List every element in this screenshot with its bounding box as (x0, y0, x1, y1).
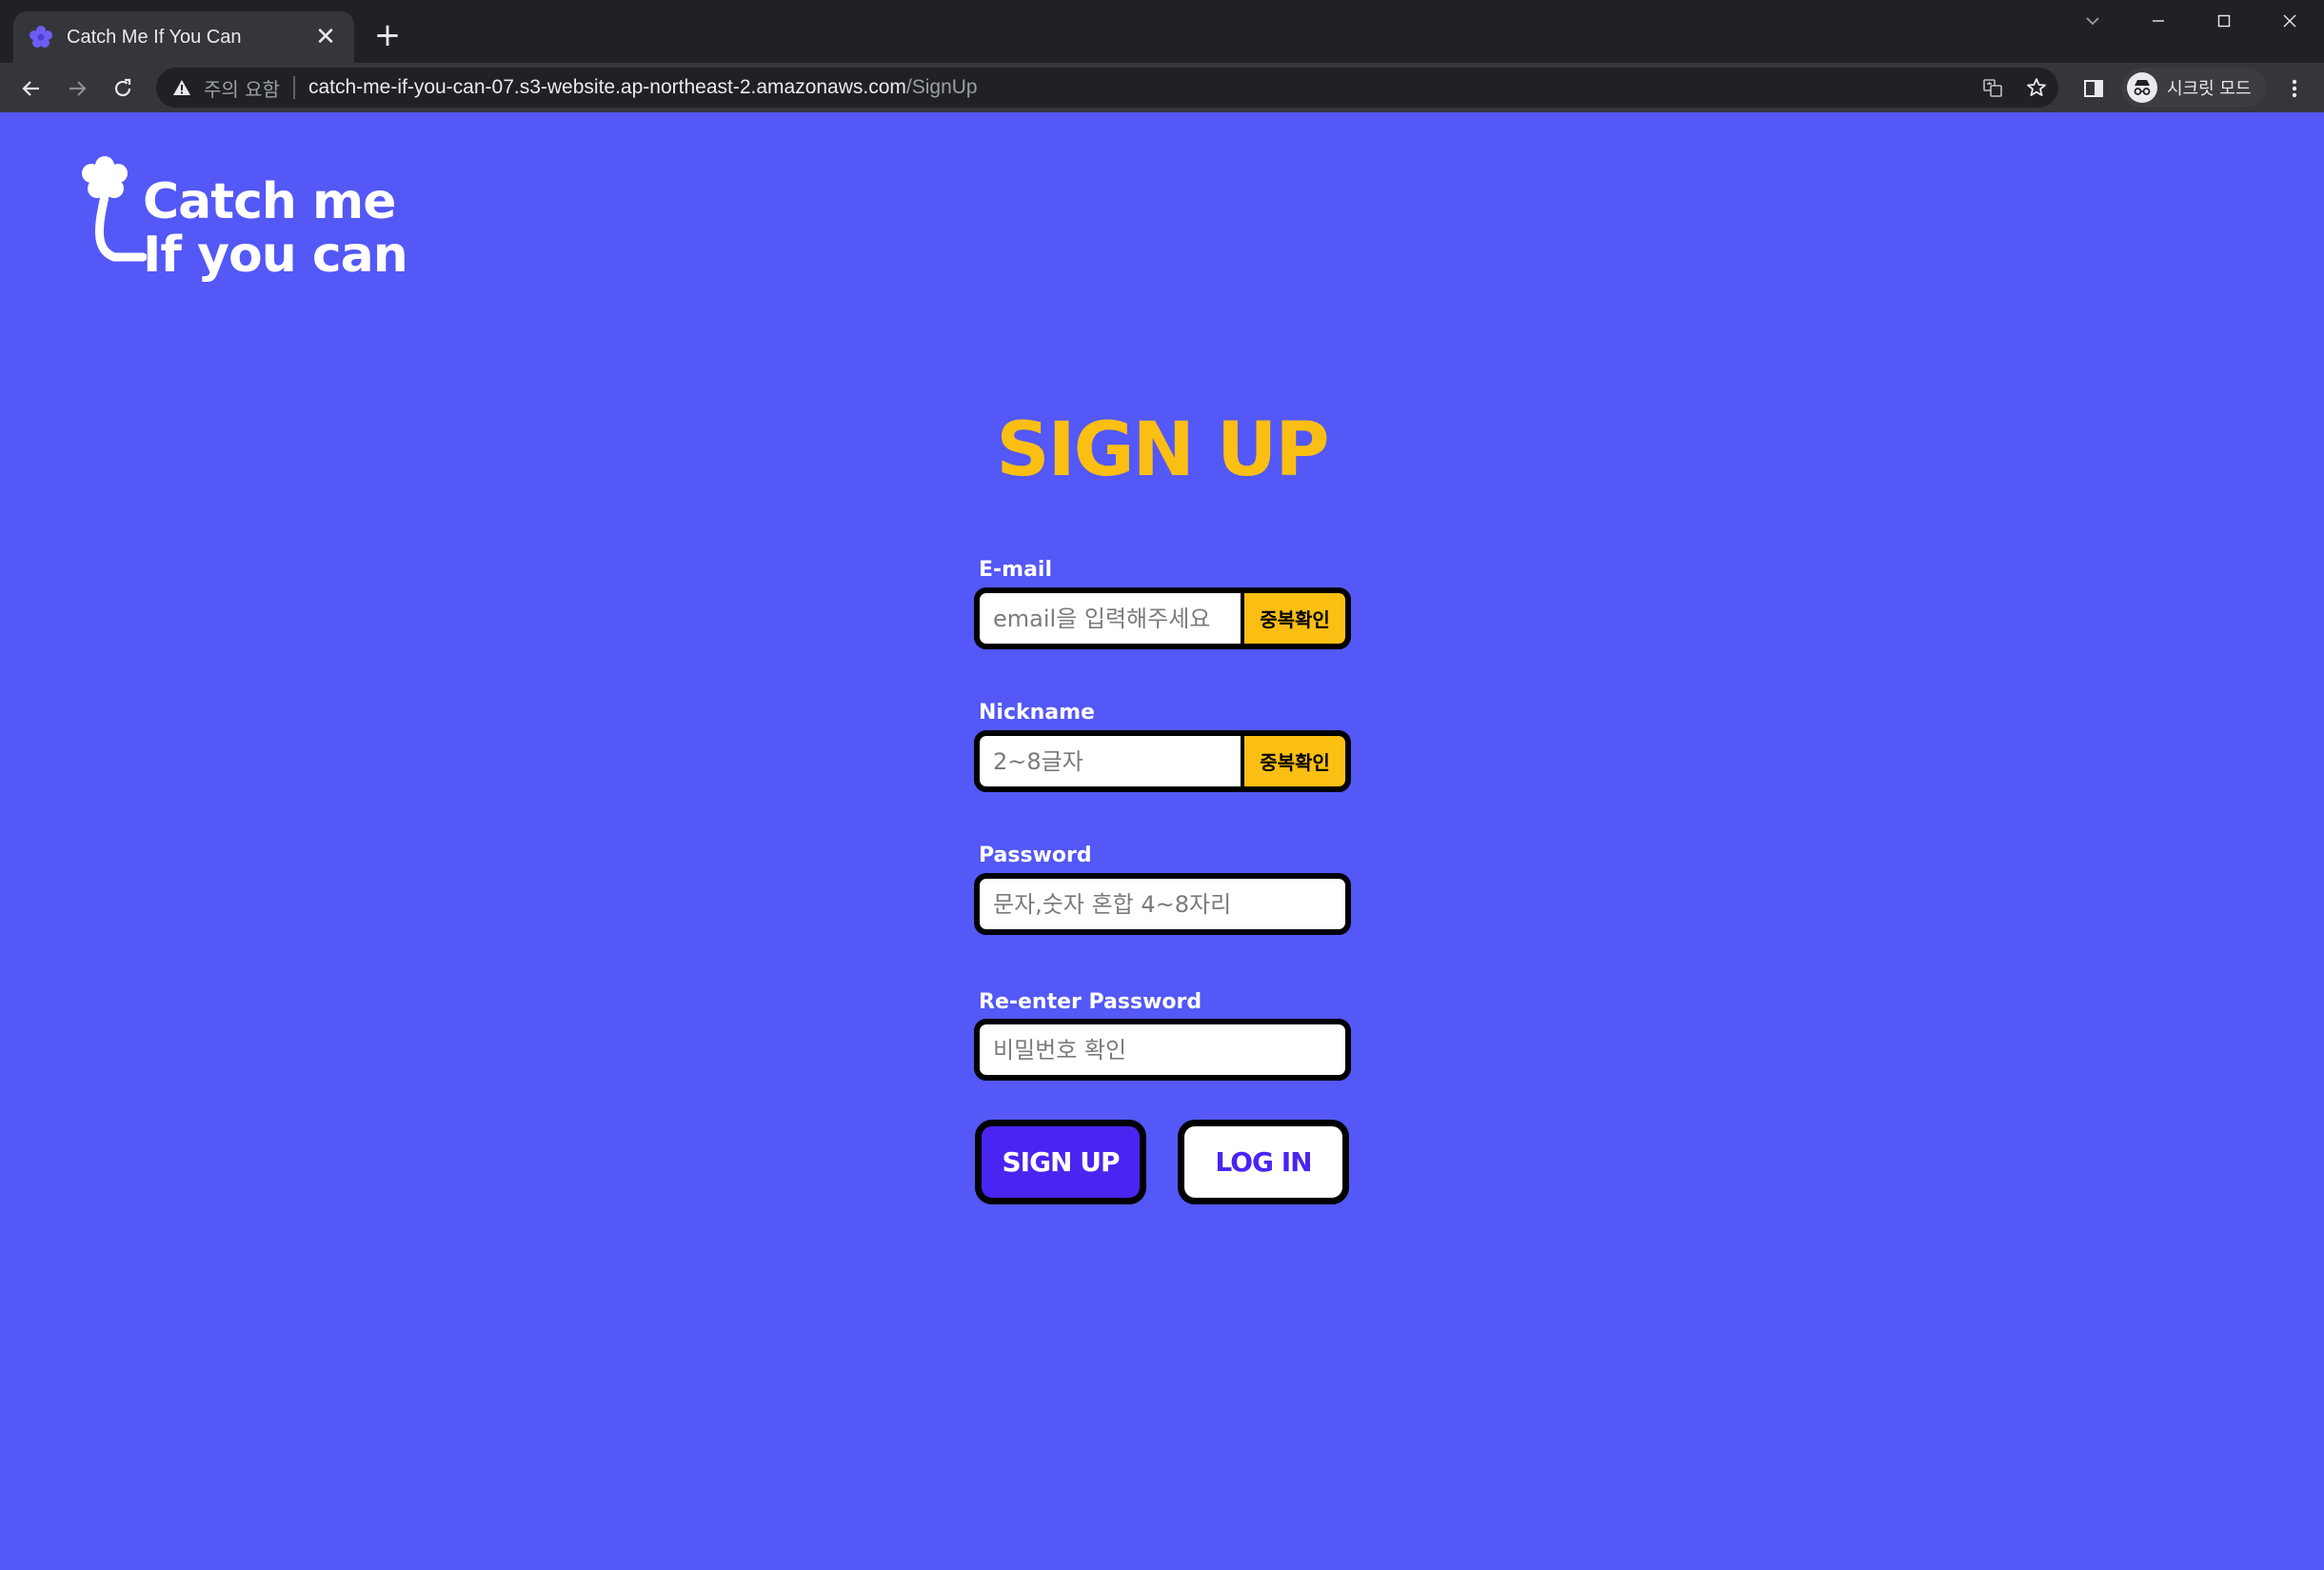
email-label: E-mail (979, 558, 1053, 582)
maximize-icon (2217, 14, 2231, 28)
email-input[interactable] (980, 593, 1241, 644)
security-status[interactable]: 주의 요함 (204, 74, 280, 102)
password-label: Password (979, 844, 1092, 867)
tab-close-button[interactable]: ✕ (312, 23, 339, 51)
flower-icon (30, 26, 52, 48)
maximize-button[interactable] (2192, 0, 2256, 42)
nickname-input[interactable] (980, 736, 1241, 786)
tab-title: Catch Me If You Can (67, 26, 242, 48)
new-tab-button[interactable]: + (371, 17, 404, 53)
address-bar[interactable]: 주의 요함 catch-me-if-you-can-07.s3-website.… (156, 68, 2058, 108)
nickname-duplicate-check-button[interactable]: 중복확인 (1244, 736, 1345, 786)
bookmark-button[interactable] (2015, 68, 2058, 108)
address-separator (292, 76, 295, 99)
browser-chrome: Catch Me If You Can ✕ + 주의 요함 catch-me-i… (0, 0, 2324, 112)
back-button[interactable] (13, 70, 50, 107)
signup-button[interactable]: SIGN UP (975, 1120, 1146, 1204)
tab-strip: Catch Me If You Can ✕ + (0, 0, 2324, 63)
star-icon (2027, 78, 2046, 96)
forward-button[interactable] (59, 70, 95, 107)
close-icon (2283, 14, 2296, 28)
reload-icon (114, 78, 131, 97)
kebab-menu-icon (2292, 79, 2297, 98)
translate-button[interactable] (1971, 68, 2015, 108)
warning-triangle-icon (173, 80, 190, 95)
login-button[interactable]: LOG IN (1178, 1120, 1349, 1204)
password-input[interactable] (980, 879, 1345, 929)
incognito-label: 시크릿 모드 (2167, 79, 2252, 99)
side-panel-button[interactable] (2076, 70, 2112, 107)
logo-line-2: If you can (143, 227, 408, 284)
arrow-left-icon (22, 81, 39, 96)
tab-active[interactable]: Catch Me If You Can ✕ (13, 11, 354, 63)
incognito-icon (2127, 72, 2157, 103)
url-host: catch-me-if-you-can-07.s3-website.ap-nor… (308, 76, 906, 98)
nickname-label: Nickname (979, 701, 1095, 725)
password-confirm-field-group (974, 1019, 1351, 1081)
page-title: SIGN UP (996, 407, 1329, 493)
browser-toolbar: 주의 요함 catch-me-if-you-can-07.s3-website.… (0, 63, 2324, 112)
url-path: /SignUp (905, 76, 978, 98)
close-window-button[interactable] (2257, 0, 2322, 42)
password-confirm-input[interactable] (980, 1024, 1345, 1075)
password-confirm-label: Re-enter Password (979, 990, 1202, 1014)
arrow-right-icon (70, 81, 87, 96)
chevron-down-icon (2086, 17, 2099, 26)
minimize-button[interactable] (2126, 0, 2191, 42)
signup-page: Catch me If you can SIGN UP E-mail 중복확인 … (0, 112, 2324, 1570)
site-logo[interactable]: Catch me If you can (70, 147, 432, 284)
minimize-icon (2153, 20, 2164, 22)
email-field-group: 중복확인 (974, 587, 1351, 649)
flower-sprout-icon (82, 156, 147, 262)
reload-button[interactable] (105, 70, 141, 107)
side-panel-icon (2084, 80, 2103, 97)
incognito-badge[interactable]: 시크릿 모드 (2121, 68, 2266, 108)
translate-icon (1983, 79, 2002, 97)
tab-search-button[interactable] (2060, 0, 2125, 42)
browser-menu-button[interactable] (2279, 70, 2310, 107)
logo-line-1: Catch me (143, 173, 397, 230)
nickname-field-group: 중복확인 (974, 730, 1351, 792)
email-duplicate-check-button[interactable]: 중복확인 (1244, 593, 1345, 644)
password-field-group (974, 873, 1351, 935)
